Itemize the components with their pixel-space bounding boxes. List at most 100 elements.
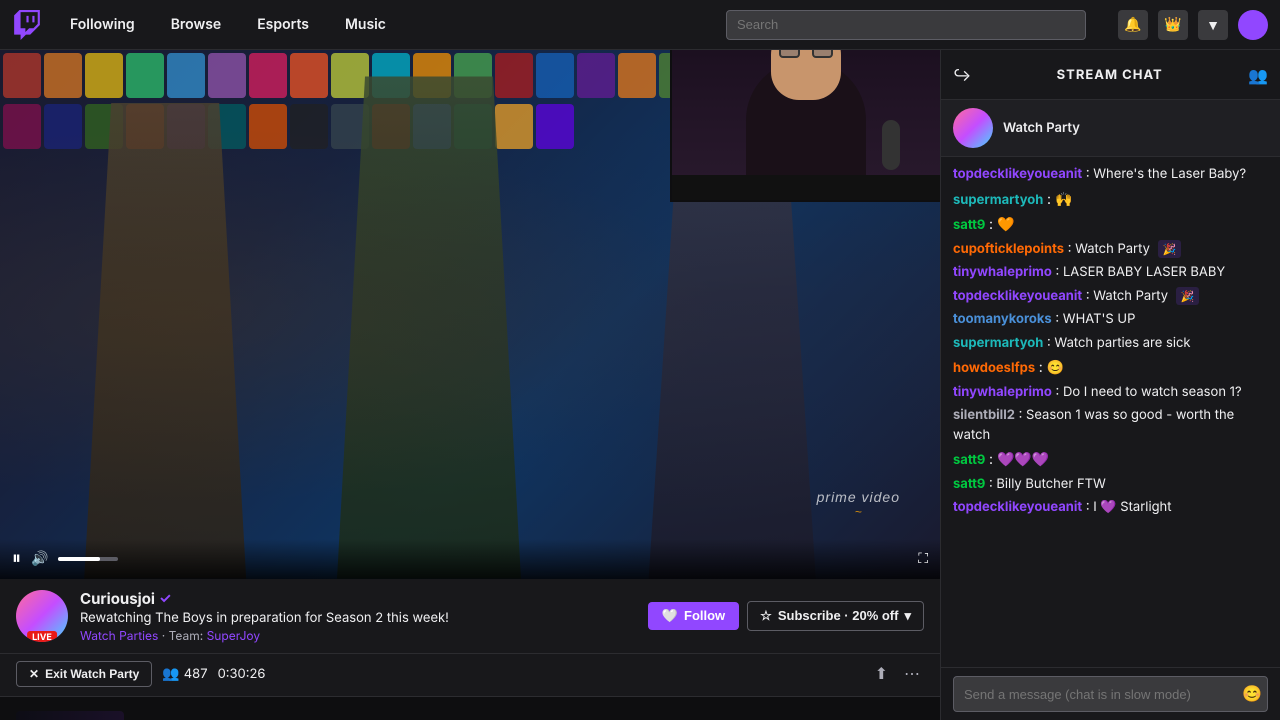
main-layout: prime video ~ <box>0 50 1280 720</box>
chat-text-5: : Watch Party <box>1086 288 1168 304</box>
video-player[interactable]: prime video ~ <box>0 50 940 579</box>
chat-text-4: : LASER BABY LASER BABY <box>1056 264 1226 280</box>
watch-parties-link[interactable]: Watch Parties <box>80 628 158 643</box>
chat-message-1: supermartyoh : 🙌 <box>953 189 1268 211</box>
subscribe-button[interactable]: ☆ Subscribe · 20% off ▾ <box>747 601 924 631</box>
heart-icon: 🤍 <box>662 608 678 624</box>
chat-back-button[interactable]: ↪ <box>953 65 971 85</box>
chat-text-7: : Watch parties are sick <box>1047 335 1191 351</box>
play-pause-button[interactable]: ⏸ <box>12 548 21 569</box>
chat-username-4[interactable]: tinywhaleprimo <box>953 264 1052 280</box>
viewer-number: 487 <box>184 666 208 682</box>
dropdown-button[interactable]: ▼ <box>1198 10 1228 40</box>
watch-party-tag-5: 🎉 <box>1176 287 1200 306</box>
chat-username-12[interactable]: satt9 <box>953 476 985 492</box>
watch-party-tag-3: 🎉 <box>1158 240 1182 259</box>
share-button[interactable]: ⬆ <box>871 660 892 688</box>
fullscreen-button[interactable]: ⛶ <box>918 550 928 567</box>
nav-music[interactable]: Music <box>337 12 394 37</box>
star-icon: ☆ <box>760 608 772 624</box>
webcam-person <box>672 50 940 200</box>
streamer-avatar[interactable]: LIVE <box>16 590 68 642</box>
chat-message-0: topdecklikeyoueanit : Where's the Laser … <box>953 165 1268 185</box>
chat-username-6[interactable]: toomanykoroks <box>953 311 1052 327</box>
more-options-button[interactable]: ⋯ <box>900 660 924 688</box>
chat-username-2[interactable]: satt9 <box>953 217 985 233</box>
nav-browse[interactable]: Browse <box>163 12 230 37</box>
chat-text-13: : I 💜 Starlight <box>1086 499 1172 515</box>
stream-info-bar: LIVE Curiousjoi ✓ Rewatching The Boys in… <box>0 579 940 654</box>
chat-text-9: : Do I need to watch season 1? <box>1056 384 1242 400</box>
action-row: ✕ Exit Watch Party 👥 487 0:30:26 ⬆ ⋯ <box>0 654 940 697</box>
video-thumbnail <box>16 711 124 720</box>
x-icon: ✕ <box>29 667 39 681</box>
chat-message-5: topdecklikeyoueanit : Watch Party 🎉 <box>953 287 1268 307</box>
streamer-name-row: Curiousjoi ✓ <box>80 589 636 608</box>
volume-button[interactable]: 🔊 <box>31 550 48 567</box>
chat-username-5[interactable]: topdecklikeyoueanit <box>953 288 1082 304</box>
chat-message-10: silentbill2 : Season 1 was so good - wor… <box>953 406 1268 445</box>
chat-header: ↪ STREAM CHAT 👥 <box>941 50 1280 100</box>
chat-username-3[interactable]: cupofticklepoints <box>953 241 1064 257</box>
watch-party-banner: Watch Party <box>941 100 1280 157</box>
chat-username-7[interactable]: supermartyoh <box>953 335 1043 351</box>
nav-following[interactable]: Following <box>62 12 143 37</box>
video-info-section: The Boys S1 E7: "The Self-Preservation S… <box>0 697 940 720</box>
stream-actions: 🤍 Follow ☆ Subscribe · 20% off ▾ <box>648 601 924 631</box>
follow-button[interactable]: 🤍 Follow <box>648 602 739 630</box>
chat-message-12: satt9 : Billy Butcher FTW <box>953 475 1268 495</box>
search-container <box>726 10 1086 40</box>
chat-username-0[interactable]: topdecklikeyoueanit <box>953 166 1082 182</box>
chat-text-12: : Billy Butcher FTW <box>989 476 1106 492</box>
chat-message-11: satt9 : 💜💜💜 <box>953 449 1268 471</box>
thumbnail-inner <box>16 711 124 720</box>
top-navigation: Following Browse Esports Music 🔔 👑 ▼ <box>0 0 1280 50</box>
person-head <box>771 50 841 100</box>
chat-send-button[interactable]: 😊 <box>1242 684 1262 704</box>
stream-meta: Watch Parties · Team: SuperJoy <box>80 628 636 643</box>
person-icon: 👥 <box>162 665 179 682</box>
notifications-button[interactable]: 🔔 <box>1118 10 1148 40</box>
viewer-count: 👥 487 <box>162 665 207 682</box>
chat-text-11: : 💜💜💜 <box>989 451 1049 468</box>
chat-text-8: : 😊 <box>1039 359 1064 376</box>
action-icons-group: ⬆ ⋯ <box>871 660 924 688</box>
search-input[interactable] <box>726 10 1086 40</box>
chat-text-2: : 🧡 <box>989 216 1014 233</box>
chat-text-1: : 🙌 <box>1047 191 1072 208</box>
chat-message-2: satt9 : 🧡 <box>953 214 1268 236</box>
webcam-overlay <box>670 50 940 202</box>
streamer-username[interactable]: Curiousjoi <box>80 589 155 608</box>
user-avatar[interactable] <box>1238 10 1268 40</box>
exit-watch-party-button[interactable]: ✕ Exit Watch Party <box>16 661 152 687</box>
volume-slider[interactable] <box>58 557 118 561</box>
chat-input-area: 😊 <box>941 667 1280 720</box>
chat-title: STREAM CHAT <box>979 67 1240 83</box>
chat-message-4: tinywhaleprimo : LASER BABY LASER BABY <box>953 263 1268 283</box>
chat-message-8: howdoeslfps : 😊 <box>953 357 1268 379</box>
chat-username-11[interactable]: satt9 <box>953 452 985 468</box>
webcam-microphone <box>882 120 900 170</box>
twitch-logo[interactable] <box>12 10 42 40</box>
video-controls-bar: ⏸ 🔊 ⛶ <box>0 539 940 579</box>
chat-message-13: topdecklikeyoueanit : I 💜 Starlight <box>953 498 1268 518</box>
nav-esports[interactable]: Esports <box>249 12 317 37</box>
chat-manage-button[interactable]: 👥 <box>1248 65 1268 85</box>
chat-username-1[interactable]: supermartyoh <box>953 192 1043 208</box>
chat-messages-area: topdecklikeyoueanit : Where's the Laser … <box>941 157 1280 667</box>
stream-timestamp: 0:30:26 <box>218 666 266 682</box>
chat-username-10[interactable]: silentbill2 <box>953 407 1015 423</box>
chat-username-9[interactable]: tinywhaleprimo <box>953 384 1052 400</box>
chat-text-6: : WHAT'S UP <box>1055 311 1135 327</box>
prime-video-watermark: prime video ~ <box>817 489 900 519</box>
team-link[interactable]: SuperJoy <box>207 628 261 643</box>
chevron-down-icon: ▾ <box>904 608 911 624</box>
chat-username-8[interactable]: howdoeslfps <box>953 360 1035 376</box>
crown-button[interactable]: 👑 <box>1158 10 1188 40</box>
chat-input[interactable] <box>953 676 1268 712</box>
chat-panel: ↪ STREAM CHAT 👥 Watch Party topdecklikey… <box>940 50 1280 720</box>
chat-message-9: tinywhaleprimo : Do I need to watch seas… <box>953 383 1268 403</box>
chat-username-13[interactable]: topdecklikeyoueanit <box>953 499 1082 515</box>
chat-message-7: supermartyoh : Watch parties are sick <box>953 334 1268 354</box>
verified-icon: ✓ <box>159 590 171 607</box>
